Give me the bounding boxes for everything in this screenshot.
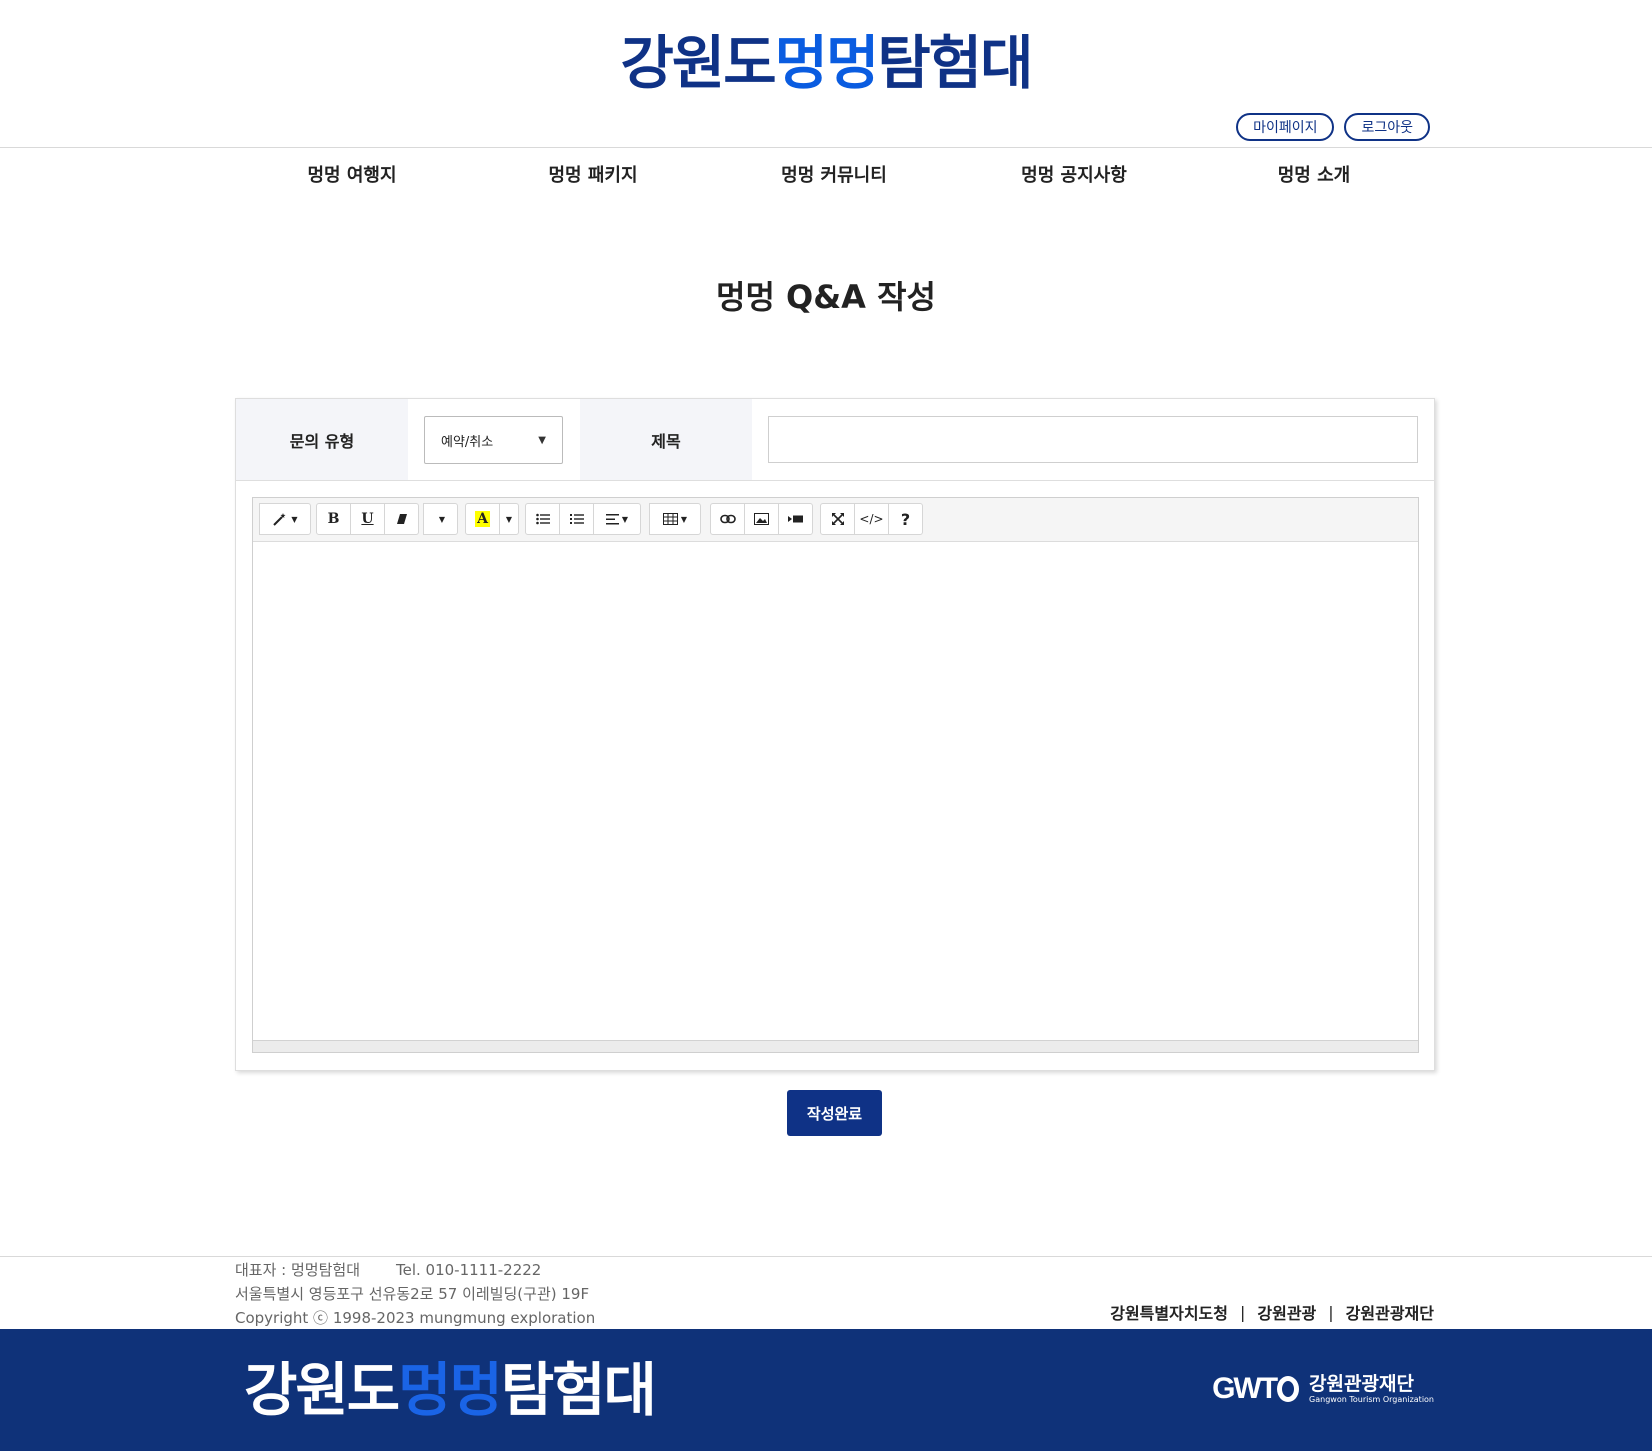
footer-link-separator: | bbox=[1240, 1302, 1246, 1322]
inquiry-type-value: 예약/취소 bbox=[441, 434, 494, 450]
link-icon bbox=[719, 514, 736, 524]
footer-logo-part-1: 강원도 bbox=[244, 1356, 400, 1424]
font-size-dropdown[interactable]: ▼ bbox=[423, 503, 458, 535]
code-icon: </> bbox=[859, 512, 884, 526]
footer-copyright: Copyright ⓒ 1998-2023 mungmung explorati… bbox=[235, 1309, 596, 1327]
footer-info: 대표자 : 멍멍탐험대 Tel. 010-1111-2222 서울특별시 영등포구… bbox=[235, 1258, 595, 1330]
text-color-icon: A bbox=[475, 511, 490, 527]
text-color-button[interactable]: A bbox=[465, 503, 500, 535]
unordered-list-button[interactable] bbox=[525, 503, 560, 535]
editor-toolbar: ▼ B U ▼ A ▼ ▼ ▼ </> ? bbox=[253, 498, 1418, 542]
mypage-button[interactable]: 마이페이지 bbox=[1236, 113, 1335, 141]
ordered-list-icon bbox=[569, 514, 584, 524]
gwto-org: 강원관광재단 Gangwon Tourism Organization bbox=[1309, 1373, 1434, 1405]
rich-text-editor: ▼ B U ▼ A ▼ ▼ ▼ </> ? bbox=[252, 497, 1419, 1053]
fullscreen-icon bbox=[831, 513, 844, 525]
underline-button[interactable]: U bbox=[350, 503, 385, 535]
inquiry-type-select[interactable]: 예약/취소 ▼ bbox=[424, 416, 563, 464]
logo-part-3: 탐험대 bbox=[877, 29, 1033, 97]
gwto-logo[interactable]: GWT 강원관광재단 Gangwon Tourism Organization bbox=[1212, 1372, 1434, 1406]
help-button[interactable]: ? bbox=[888, 503, 923, 535]
ordered-list-button[interactable] bbox=[559, 503, 594, 535]
chevron-down-icon: ▼ bbox=[505, 514, 513, 524]
nav-item-notices[interactable]: 멍멍 공지사항 bbox=[964, 163, 1184, 189]
list-group: ▼ bbox=[525, 503, 641, 535]
font-style-group: B U bbox=[316, 503, 419, 535]
insert-link-button[interactable] bbox=[710, 503, 745, 535]
bold-button[interactable]: B bbox=[316, 503, 351, 535]
footer-links: 강원특별자치도청 | 강원관광 | 강원관광재단 bbox=[1110, 1300, 1434, 1324]
editor-resize-bar[interactable] bbox=[253, 1040, 1418, 1052]
gwto-mark: GWT bbox=[1212, 1372, 1278, 1405]
gwto-org-en: Gangwon Tourism Organization bbox=[1309, 1395, 1434, 1404]
underline-icon: U bbox=[361, 511, 374, 527]
header-divider bbox=[0, 147, 1652, 148]
gwto-org-ko: 강원관광재단 bbox=[1309, 1373, 1414, 1395]
nav-item-community[interactable]: 멍멍 커뮤니티 bbox=[724, 163, 944, 189]
footer-link-separator: | bbox=[1328, 1302, 1334, 1322]
font-size-group: ▼ bbox=[423, 503, 458, 535]
nav-item-about[interactable]: 멍멍 소개 bbox=[1204, 163, 1424, 189]
align-left-icon bbox=[605, 513, 619, 524]
footer-address: 서울특별시 영등포구 선유동2로 57 이레빌딩(구관) 19F bbox=[235, 1285, 590, 1303]
footer-logo-part-2: 멍멍 bbox=[398, 1356, 503, 1424]
nav-item-destinations[interactable]: 멍멍 여행지 bbox=[242, 163, 462, 189]
footer-divider bbox=[0, 1256, 1652, 1257]
misc-group: </> ? bbox=[820, 503, 923, 535]
eraser-button[interactable] bbox=[384, 503, 419, 535]
qna-form: 문의 유형 예약/취소 ▼ 제목 ▼ B U ▼ A ▼ ▼ ▼ </> ? bbox=[235, 398, 1435, 1071]
bold-icon: B bbox=[327, 511, 340, 527]
insert-group bbox=[710, 503, 813, 535]
magic-wand-icon[interactable]: ▼ bbox=[259, 503, 311, 535]
style-group: ▼ bbox=[259, 503, 311, 535]
inquiry-type-label: 문의 유형 bbox=[236, 399, 408, 480]
color-group: A ▼ bbox=[465, 503, 519, 535]
site-logo[interactable]: 강원도멍멍탐험대 bbox=[0, 28, 1652, 98]
table-button[interactable]: ▼ bbox=[649, 503, 701, 535]
editor-content-area[interactable] bbox=[253, 542, 1418, 1040]
insert-image-button[interactable] bbox=[744, 503, 779, 535]
fullscreen-button[interactable] bbox=[820, 503, 855, 535]
color-dropdown[interactable]: ▼ bbox=[499, 503, 519, 535]
logout-button[interactable]: 로그아웃 bbox=[1344, 113, 1430, 141]
table-group: ▼ bbox=[649, 503, 701, 535]
footer-link-tourism[interactable]: 강원관광 bbox=[1257, 1300, 1316, 1324]
paragraph-align-button[interactable]: ▼ bbox=[593, 503, 641, 535]
auth-buttons: 마이페이지 로그아웃 bbox=[1236, 113, 1430, 141]
submit-button[interactable]: 작성완료 bbox=[787, 1090, 882, 1136]
footer-tel: Tel. 010-1111-2222 bbox=[396, 1261, 542, 1279]
video-icon bbox=[788, 515, 803, 523]
help-icon: ? bbox=[900, 509, 911, 529]
unordered-list-icon bbox=[535, 513, 550, 525]
table-icon bbox=[662, 513, 678, 525]
insert-video-button[interactable] bbox=[778, 503, 813, 535]
chevron-down-icon: ▼ bbox=[438, 514, 446, 524]
nav-item-packages[interactable]: 멍멍 패키지 bbox=[483, 163, 703, 189]
logo-part-2: 멍멍 bbox=[774, 29, 880, 97]
footer-band: 강원도멍멍탐험대 GWT 강원관광재단 Gangwon Tourism Orga… bbox=[0, 1329, 1652, 1451]
image-icon bbox=[754, 513, 769, 525]
location-pin-icon bbox=[1277, 1376, 1300, 1402]
footer-link-province[interactable]: 강원특별자치도청 bbox=[1110, 1300, 1228, 1324]
footer-representative: 대표자 : 멍멍탐험대 bbox=[235, 1261, 360, 1279]
footer-line-1: 대표자 : 멍멍탐험대 Tel. 010-1111-2222 bbox=[235, 1258, 595, 1282]
title-input[interactable] bbox=[768, 416, 1418, 463]
form-header-row: 문의 유형 예약/취소 ▼ 제목 bbox=[236, 399, 1434, 481]
footer-logo-part-3: 탐험대 bbox=[500, 1356, 657, 1424]
logo-part-1: 강원도 bbox=[620, 29, 777, 97]
footer-logo[interactable]: 강원도멍멍탐험대 bbox=[244, 1355, 657, 1425]
eraser-icon bbox=[396, 514, 407, 524]
title-label: 제목 bbox=[580, 399, 752, 480]
footer-link-foundation[interactable]: 강원관광재단 bbox=[1346, 1300, 1434, 1324]
page-title: 멍멍 Q&A 작성 bbox=[716, 278, 936, 316]
chevron-down-icon: ▼ bbox=[538, 434, 546, 446]
code-view-button[interactable]: </> bbox=[854, 503, 889, 535]
